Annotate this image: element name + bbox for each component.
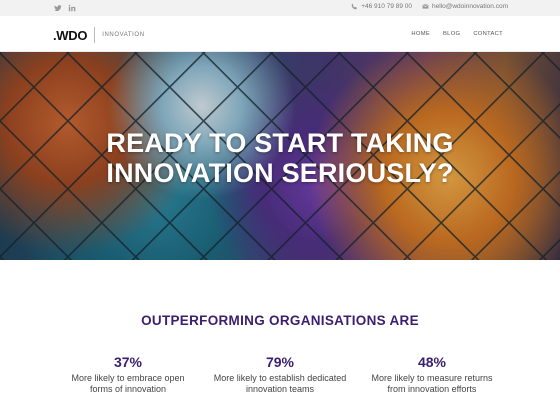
contact-info: +46 910 79 89 00 hello@wdoinnovation.com (351, 3, 508, 10)
phone-icon (351, 3, 357, 10)
nav-home[interactable]: HOME (411, 31, 430, 37)
stat-value: 37% (113, 354, 143, 370)
main-nav: HOME BLOG CONTACT (411, 31, 503, 37)
nav-blog[interactable]: BLOG (443, 31, 460, 37)
stat-description: More likely to establish dedicated innov… (204, 373, 356, 395)
stat-description-line-1: More likely to measure returns (371, 373, 493, 383)
email-address: hello@wdoinnovation.com (432, 3, 508, 10)
hero-title: READY TO START TAKING INNOVATION SERIOUS… (0, 128, 560, 188)
hero-title-line-1: READY TO START TAKING (106, 128, 454, 158)
twitter-icon[interactable] (54, 4, 62, 12)
hero-title-line-2: INNOVATION SERIOUSLY? (106, 158, 454, 188)
stat-value: 48% (417, 354, 447, 370)
stat-description-line-1: More likely to embrace open (71, 373, 185, 383)
stat-open-innovation: 37% More likely to embrace open forms of… (52, 354, 204, 395)
stat-dedicated-teams: 79% More likely to establish dedicated i… (204, 354, 356, 395)
logo-mark: .WDO (53, 27, 88, 43)
section-title: OUTPERFORMING ORGANISATIONS ARE (141, 313, 419, 328)
hero-banner: READY TO START TAKING INNOVATION SERIOUS… (0, 52, 560, 260)
stats-row: 37% More likely to embrace open forms of… (52, 354, 508, 395)
stat-description-line-1: More likely to establish dedicated (213, 373, 347, 383)
stat-description-line-2: forms of innovation (89, 384, 167, 394)
stat-description-line-2: innovation teams (245, 384, 315, 394)
logo[interactable]: .WDO INNOVATION (53, 27, 145, 43)
stat-description-line-2: from innovation efforts (387, 384, 477, 394)
nav-contact[interactable]: CONTACT (473, 31, 503, 37)
envelope-icon (422, 4, 429, 9)
stat-measure-returns: 48% More likely to measure returns from … (356, 354, 508, 395)
stat-description: More likely to measure returns from inno… (356, 373, 508, 395)
top-bar: +46 910 79 89 00 hello@wdoinnovation.com (0, 0, 560, 16)
phone-number: +46 910 79 89 00 (361, 3, 413, 10)
social-links (54, 4, 76, 12)
email-contact[interactable]: hello@wdoinnovation.com (422, 3, 508, 10)
site-header: .WDO INNOVATION HOME BLOG CONTACT (0, 16, 560, 52)
logo-subtitle: INNOVATION (102, 32, 145, 38)
logo-divider (94, 27, 96, 43)
linkedin-icon[interactable] (68, 4, 76, 12)
phone-contact[interactable]: +46 910 79 89 00 (351, 3, 412, 10)
stat-description: More likely to embrace open forms of inn… (52, 373, 204, 395)
stat-value: 79% (265, 354, 295, 370)
